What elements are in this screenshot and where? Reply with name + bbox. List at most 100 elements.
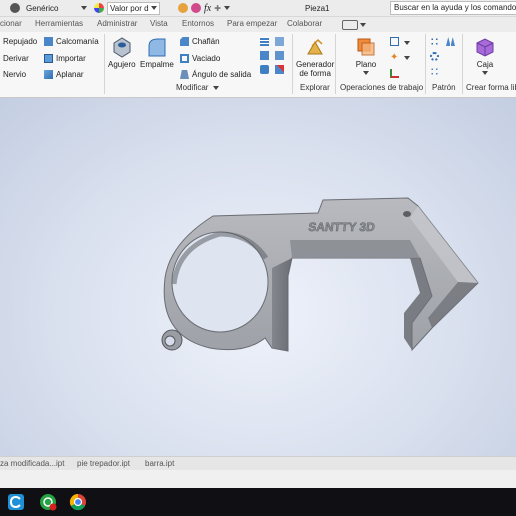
modify-extra-icons-2	[275, 37, 284, 74]
unfold-button[interactable]: Aplanar	[44, 70, 84, 79]
tab-get-started[interactable]: Para empezar	[227, 19, 277, 28]
panel-separator	[425, 34, 426, 94]
fillet-label: Empalme	[140, 60, 174, 69]
hole-button[interactable]: Agujero	[108, 36, 136, 69]
quick-access-toolbar: Genérico Valor por d fx ✚ Pieza1 Buscar …	[0, 0, 516, 17]
import-button[interactable]: Importar	[44, 54, 86, 63]
freeform-box-icon	[476, 38, 494, 57]
material-selector[interactable]: Genérico	[10, 2, 88, 14]
work-axis-icon[interactable]	[390, 37, 399, 46]
fillet-icon	[148, 38, 166, 57]
thicken-icon[interactable]	[275, 51, 284, 60]
whatsapp-icon[interactable]	[38, 492, 58, 512]
shape-generator-button[interactable]: Generador de forma	[296, 36, 334, 78]
panel-separator	[462, 34, 463, 94]
draft-icon	[180, 70, 189, 79]
slot-wall-top	[290, 240, 420, 258]
appearance-clear-icon[interactable]	[178, 3, 188, 13]
chevron-down-icon[interactable]	[404, 56, 410, 60]
emboss-label: Repujado	[3, 37, 38, 46]
tab-manage[interactable]: Administrar	[97, 19, 137, 28]
color-icon[interactable]	[191, 3, 201, 13]
hole-label: Agujero	[108, 60, 136, 69]
modify-panel-text: Modificar	[176, 83, 209, 92]
box-button[interactable]: Caja	[474, 36, 496, 75]
modify-panel-label[interactable]: Modificar	[176, 83, 219, 92]
tab-view[interactable]: Vista	[150, 19, 168, 28]
appearance-selector[interactable]: Valor por d	[94, 1, 160, 15]
split-icon[interactable]	[260, 51, 269, 60]
combine-icon[interactable]	[260, 65, 269, 74]
fillet-button[interactable]: Empalme	[140, 36, 174, 69]
app-c-icon[interactable]	[6, 492, 26, 512]
rib-label: Nervio	[3, 70, 27, 79]
engraved-text: SANTTY 3D	[308, 220, 376, 234]
fx-button[interactable]: fx	[204, 3, 211, 14]
sketch-pattern-icon[interactable]	[430, 67, 439, 76]
material-value: Genérico	[26, 3, 59, 13]
circular-pattern-icon[interactable]	[430, 52, 439, 61]
rib-button[interactable]: Nervio	[3, 70, 26, 79]
chrome-icon[interactable]	[68, 492, 88, 512]
plane-label: Plano	[355, 60, 377, 69]
freeform-panel-label: Crear forma libre	[466, 83, 516, 92]
direct-edit-icon[interactable]	[275, 37, 284, 46]
chevron-down-icon[interactable]	[223, 6, 230, 10]
tab-inspect[interactable]: cionar	[0, 19, 22, 28]
import-icon	[44, 54, 53, 63]
pattern-panel-label: Patrón	[432, 83, 456, 92]
modify-extra-icons	[260, 37, 269, 74]
document-tab-2[interactable]: pie trepador.ipt	[77, 459, 130, 468]
model-view: SANTTY 3D	[161, 197, 479, 352]
chevron-down-icon	[212, 86, 219, 90]
draft-label: Ángulo de salida	[192, 70, 252, 79]
chamfer-button[interactable]: Chaflán	[180, 37, 220, 46]
chevron-down-icon	[363, 71, 369, 75]
key-ring-tab	[161, 329, 183, 351]
delete-face-icon[interactable]	[275, 65, 284, 74]
derive-button[interactable]: Derivar	[3, 54, 29, 63]
decal-icon	[44, 37, 53, 46]
work-features-panel-label: Operaciones de trabajo	[340, 83, 424, 92]
graphics-viewport[interactable]: SANTTY 3D	[0, 98, 516, 456]
ribbon: Repujado Derivar Nervio Calcomanía Impor…	[0, 32, 516, 98]
document-tab-3[interactable]: barra.ipt	[145, 459, 174, 468]
plane-button[interactable]: Plano	[355, 36, 377, 75]
panel-separator	[335, 34, 336, 94]
taskbar	[0, 488, 516, 516]
explore-panel-label: Explorar	[300, 83, 330, 92]
work-point-icon[interactable]: ✦	[390, 53, 399, 63]
chevron-down-icon[interactable]	[404, 41, 410, 45]
document-tab-1[interactable]: za modificada...ipt	[0, 459, 64, 468]
chevron-down-icon	[81, 6, 88, 10]
emboss-button[interactable]: Repujado	[3, 37, 37, 46]
tab-tools[interactable]: Herramientas	[35, 19, 83, 28]
panel-options-icon[interactable]	[342, 20, 358, 30]
ucs-icon[interactable]	[390, 69, 399, 78]
thread-icon[interactable]	[260, 37, 269, 46]
chamfer-icon	[180, 37, 189, 46]
tab-collaborate[interactable]: Colaborar	[287, 19, 322, 28]
rectangular-pattern-icon[interactable]	[430, 37, 439, 46]
tab-environments[interactable]: Entornos	[182, 19, 214, 28]
panel-separator	[292, 34, 293, 94]
add-icon[interactable]: ✚	[214, 4, 221, 13]
quick-tools: fx ✚	[178, 2, 230, 14]
material-icon	[10, 3, 20, 13]
work-feature-icons: ✦	[390, 37, 399, 78]
shape-generator-icon	[307, 38, 323, 55]
decal-button[interactable]: Calcomanía	[44, 37, 99, 46]
shell-button[interactable]: Vaciado	[180, 54, 220, 63]
shell-icon	[180, 54, 189, 63]
draft-button[interactable]: Ángulo de salida	[180, 70, 251, 79]
shape-generator-label-2: de forma	[299, 69, 331, 78]
plane-icon	[357, 38, 375, 56]
appearance-icon	[94, 3, 104, 13]
shape-generator-label-1: Generador	[296, 60, 335, 69]
chevron-down-icon[interactable]	[360, 23, 366, 27]
help-search-input[interactable]: Buscar en la ayuda y los comandos	[390, 1, 516, 15]
chevron-down-icon	[150, 6, 157, 10]
unfold-label: Aplanar	[56, 70, 84, 79]
mirror-button[interactable]	[446, 37, 455, 46]
panel-separator	[104, 34, 105, 94]
